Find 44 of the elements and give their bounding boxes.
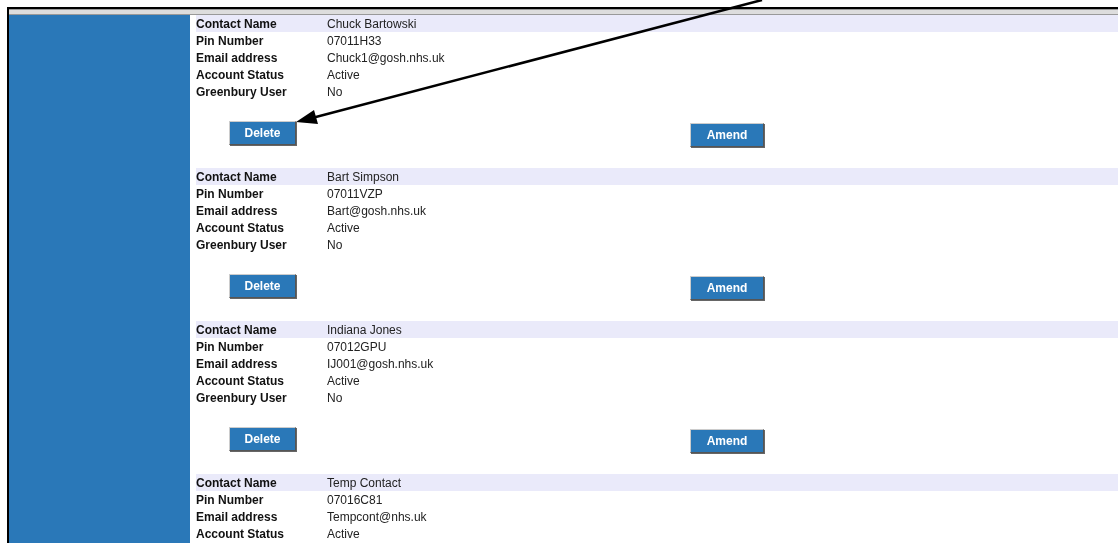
field-label: Account Status	[196, 373, 285, 388]
field-label: Greenbury User	[196, 237, 288, 252]
field-label: Email address	[196, 203, 279, 218]
field-value: 07011H33	[327, 33, 382, 48]
amend-button[interactable]: Amend	[690, 276, 764, 300]
field-label: Pin Number	[196, 33, 265, 48]
field-label: Contact Name	[196, 475, 278, 490]
field-value: IJ001@gosh.nhs.uk	[327, 356, 434, 371]
field-label: Account Status	[196, 220, 285, 235]
field-value: Temp Contact	[327, 475, 402, 490]
field-value: 07016C81	[327, 492, 383, 507]
amend-button[interactable]: Amend	[690, 123, 764, 147]
field-value: Chuck1@gosh.nhs.uk	[327, 50, 445, 65]
field-label: Contact Name	[196, 322, 278, 337]
field-value: Indiana Jones	[327, 322, 402, 337]
field-label: Email address	[196, 356, 279, 371]
field-label: Email address	[196, 50, 279, 65]
field-label: Greenbury User	[196, 390, 288, 405]
field-label: Account Status	[196, 526, 285, 541]
delete-button[interactable]: Delete	[229, 274, 296, 298]
delete-button[interactable]: Delete	[229, 427, 296, 451]
field-label: Pin Number	[196, 186, 265, 201]
field-value: Active	[327, 220, 360, 235]
field-label: Contact Name	[196, 169, 278, 184]
field-label: Contact Name	[196, 16, 278, 31]
field-value: No	[327, 237, 343, 252]
field-value: 07011VZP	[327, 186, 383, 201]
field-value: Active	[327, 526, 360, 541]
field-label: Pin Number	[196, 492, 265, 507]
field-label: Greenbury User	[196, 84, 288, 99]
delete-button[interactable]: Delete	[229, 121, 296, 145]
field-value: Chuck Bartowski	[327, 16, 417, 31]
field-value: No	[327, 84, 343, 99]
field-value: Bart Simpson	[327, 169, 400, 184]
field-label: Pin Number	[196, 339, 265, 354]
field-value: Active	[327, 67, 360, 82]
field-label: Email address	[196, 509, 279, 524]
field-label: Account Status	[196, 67, 285, 82]
field-value: Bart@gosh.nhs.uk	[327, 203, 426, 218]
field-value: Active	[327, 373, 360, 388]
field-value: No	[327, 390, 343, 405]
field-value: 07012GPU	[327, 339, 387, 354]
field-value: Tempcont@nhs.uk	[327, 509, 427, 524]
amend-button[interactable]: Amend	[690, 429, 764, 453]
